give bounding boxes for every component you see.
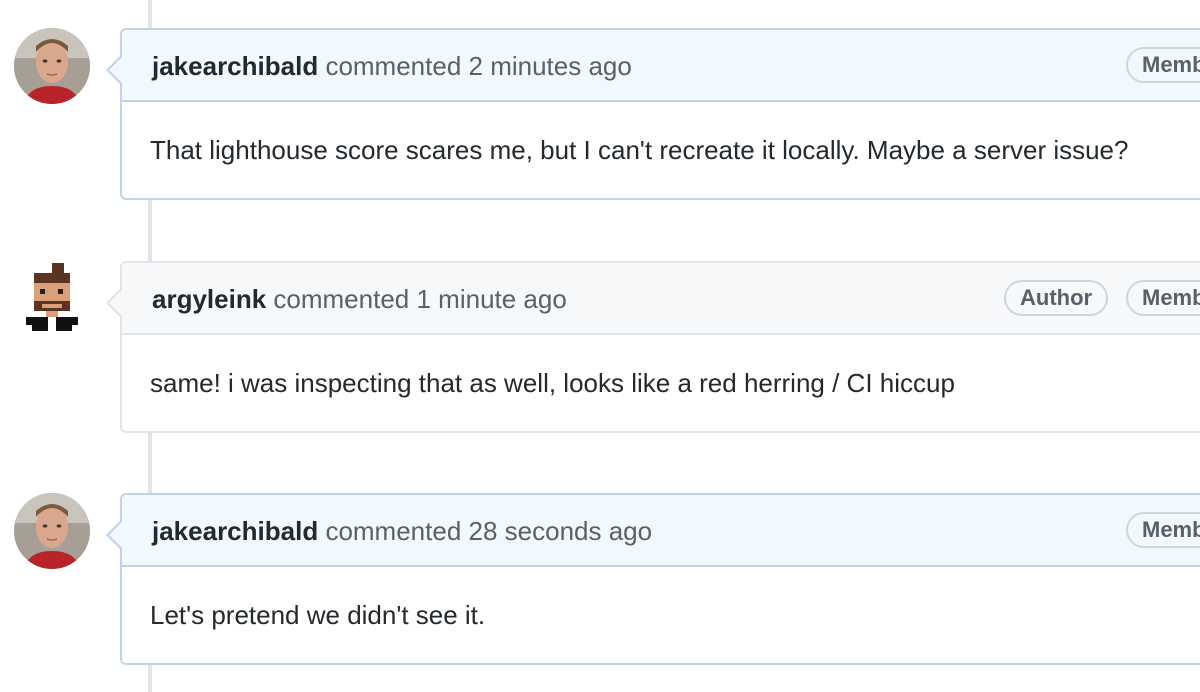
comment-header: jakearchibald commented 2 minutes ago Me… xyxy=(106,30,1200,102)
comment-header-text: jakearchibald commented 28 seconds ago xyxy=(152,515,652,547)
comment-action: commented xyxy=(325,51,462,81)
comment-header-text: jakearchibald commented 2 minutes ago xyxy=(152,50,632,82)
pixel-avatar-icon xyxy=(26,263,78,331)
avatar-photo-icon xyxy=(14,28,90,104)
comment-header-text: argyleink commented 1 minute ago xyxy=(152,283,567,315)
avatar[interactable] xyxy=(14,28,90,104)
author-badge: Author xyxy=(1004,280,1109,316)
comment-timeline: jakearchibald commented 2 minutes ago Me… xyxy=(0,0,1200,692)
avatar[interactable] xyxy=(14,493,90,569)
comment-header: jakearchibald commented 28 seconds ago M… xyxy=(106,495,1200,567)
avatar-photo-icon xyxy=(14,493,90,569)
comment-author-link[interactable]: argyleink xyxy=(152,284,266,314)
comment-action: commented xyxy=(273,284,410,314)
comment-header: argyleink commented 1 minute ago Author … xyxy=(106,263,1200,335)
comment-body: same! i was inspecting that as well, loo… xyxy=(150,367,955,398)
comment-body: That lighthouse score scares me, but I c… xyxy=(150,134,1129,165)
comment-timestamp-link[interactable]: 28 seconds ago xyxy=(469,516,653,546)
comment-author-link[interactable]: jakearchibald xyxy=(152,516,318,546)
comment-box: jakearchibald commented 2 minutes ago Me… xyxy=(106,28,1200,200)
member-badge: Memb xyxy=(1126,47,1200,83)
comment-body: Let's pretend we didn't see it. xyxy=(150,599,486,630)
comment-box: argyleink commented 1 minute ago Author … xyxy=(106,261,1200,433)
comment-timestamp-link[interactable]: 1 minute ago xyxy=(416,284,566,314)
comment-timestamp-link[interactable]: 2 minutes ago xyxy=(469,51,632,81)
member-badge: Memb xyxy=(1126,512,1200,548)
comment-action: commented xyxy=(325,516,462,546)
member-badge: Memb xyxy=(1126,280,1200,316)
comment-box: jakearchibald commented 28 seconds ago M… xyxy=(106,493,1200,665)
avatar[interactable] xyxy=(22,261,82,337)
comment-author-link[interactable]: jakearchibald xyxy=(152,51,318,81)
